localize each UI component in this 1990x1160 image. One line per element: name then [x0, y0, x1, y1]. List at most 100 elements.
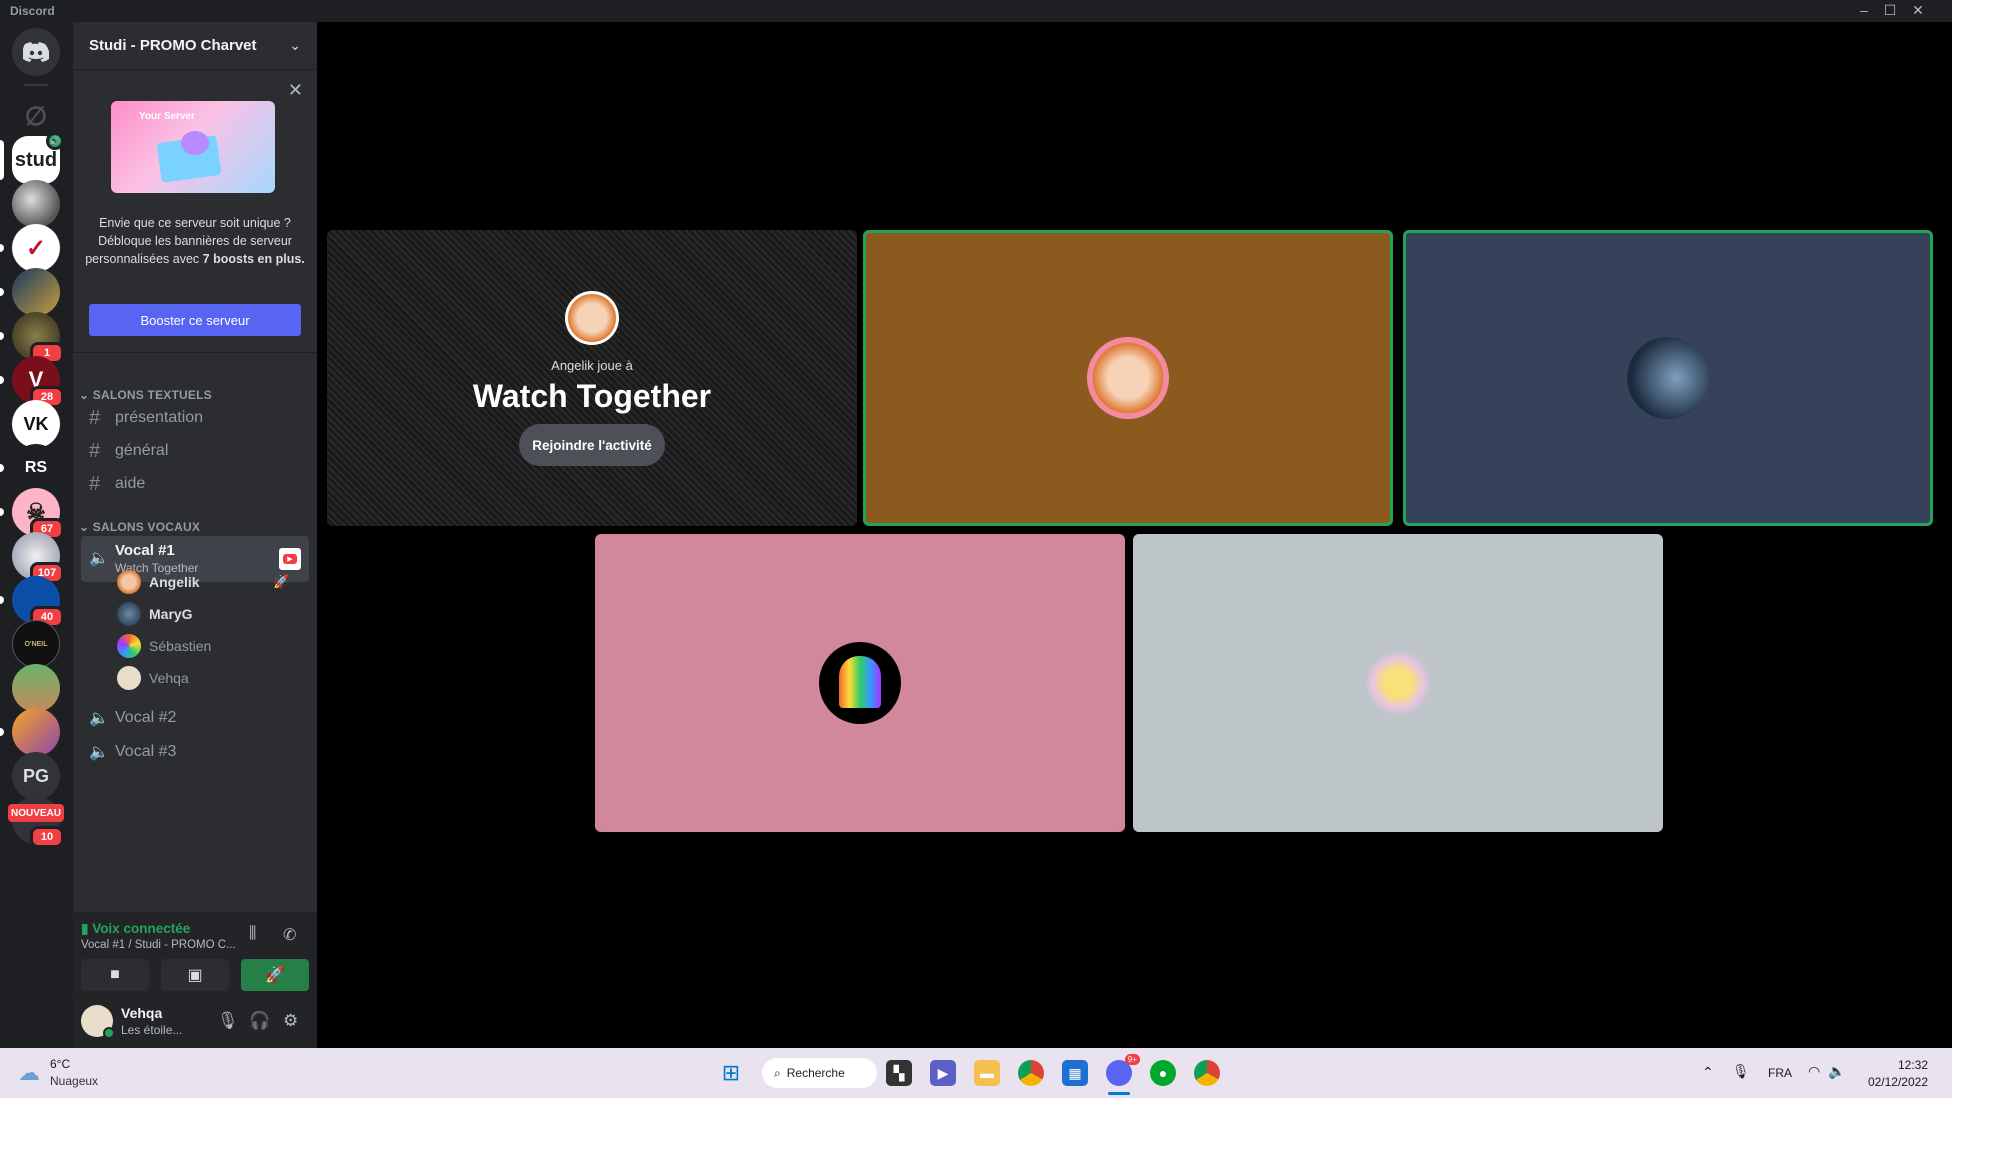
server-item[interactable] — [0, 708, 60, 756]
discord-logo-icon — [23, 42, 49, 62]
promo-art-title: Your Server — [139, 111, 195, 122]
channel-general[interactable]: # général — [81, 435, 309, 467]
rocket-icon: 🚀 — [265, 967, 285, 984]
member-name: Angelik — [149, 574, 200, 590]
user-name[interactable]: Vehqa — [121, 1005, 162, 1021]
server-item[interactable]: 107 — [12, 532, 64, 584]
mention-badge: 10 — [30, 826, 64, 848]
store-icon[interactable]: ▦ — [1062, 1060, 1088, 1086]
camera-icon: ■ — [110, 966, 120, 983]
voice-status: ▮ Voix connectée — [81, 921, 191, 936]
channel-label: Vocal #2 — [115, 709, 177, 726]
avatar — [1087, 337, 1169, 419]
teams-icon[interactable]: ▶ — [930, 1060, 956, 1086]
voice-channel-vocal-3[interactable]: 🔈 Vocal #3 — [81, 736, 309, 768]
language-indicator[interactable]: FRA — [1768, 1066, 1792, 1080]
server-item[interactable]: PG — [12, 752, 60, 800]
unread-pill — [0, 596, 4, 604]
server-item[interactable]: RS — [0, 444, 60, 492]
unread-pill — [0, 728, 4, 736]
server-item[interactable] — [0, 268, 60, 316]
server-studi[interactable]: stud 🔊 — [0, 132, 64, 184]
taskbar-search[interactable]: ⌕ Recherche — [762, 1058, 877, 1088]
rail-divider — [24, 84, 48, 86]
settings-gear-icon[interactable]: ⚙ — [283, 1011, 298, 1031]
category-voice-channels[interactable]: ⌄ SALONS VOCAUX — [79, 520, 200, 534]
channel-presentation[interactable]: # présentation — [81, 402, 309, 434]
boost-server-button[interactable]: Booster ce serveur — [89, 304, 301, 336]
clock-date[interactable]: 02/12/2022 — [1848, 1075, 1928, 1089]
chrome-profile-icon[interactable] — [1194, 1060, 1220, 1086]
server-item[interactable]: ☠ 67 — [0, 488, 64, 540]
server-item[interactable]: V 28 — [0, 356, 64, 408]
participant-tile[interactable] — [595, 534, 1125, 832]
server-label: VK — [23, 413, 49, 434]
maximize-icon[interactable]: ☐ — [1880, 2, 1900, 19]
minimize-icon[interactable]: – — [1854, 2, 1874, 18]
discord-badge: 9+ — [1124, 1054, 1140, 1065]
participant-tile[interactable] — [863, 230, 1393, 526]
file-explorer-icon[interactable]: ▬ — [974, 1060, 1000, 1086]
close-window-icon[interactable]: ✕ — [1908, 2, 1928, 19]
server-item[interactable]: 40 — [0, 576, 64, 628]
server-item[interactable]: O'NEIL — [12, 620, 60, 668]
clock-time[interactable]: 12:32 — [1868, 1058, 1928, 1072]
windows-start-icon[interactable]: ⊞ — [718, 1060, 744, 1086]
voice-member-vehqa[interactable]: Vehqa — [117, 664, 189, 692]
unread-pill — [0, 244, 4, 252]
disconnect-icon[interactable]: ✆ — [283, 925, 296, 945]
channel-label: Vocal #1 — [115, 542, 175, 559]
ghost-icon — [839, 656, 881, 708]
category-text-channels[interactable]: ⌄ SALONS TEXTUELS — [79, 388, 212, 402]
server-item[interactable]: ✓ — [0, 224, 60, 272]
screen-share-icon: ▣ — [187, 967, 203, 984]
volume-icon[interactable]: 🔈 — [1828, 1063, 1845, 1080]
home-button[interactable] — [12, 28, 60, 76]
camera-button[interactable]: ■ — [81, 959, 149, 991]
avatar — [1365, 650, 1431, 716]
noise-suppression-icon[interactable]: ⫼ — [249, 925, 256, 943]
activity-button[interactable]: 🚀 — [241, 959, 309, 991]
chevron-up-icon[interactable]: ⌃ — [1702, 1064, 1714, 1081]
microphone-icon[interactable]: 🎙 — [217, 1011, 239, 1031]
avatar — [819, 642, 901, 724]
unread-pill — [0, 376, 4, 384]
task-view-icon[interactable]: ▚ — [886, 1060, 912, 1086]
server-item[interactable]: 1 — [0, 312, 64, 364]
discord-taskbar-icon[interactable]: 9+ — [1106, 1054, 1140, 1086]
server-item[interactable]: VK — [12, 400, 60, 448]
member-name: Sébastien — [149, 638, 212, 654]
chrome-icon[interactable] — [1018, 1060, 1044, 1086]
voice-member-maryg[interactable]: MaryG — [117, 600, 193, 628]
server-header[interactable]: Studi - PROMO Charvet ⌄ — [73, 22, 317, 70]
server-item[interactable] — [12, 664, 60, 712]
server-item[interactable]: NOUVEAU 10 — [8, 796, 64, 848]
server-item[interactable] — [12, 180, 60, 228]
evernote-icon[interactable]: ● — [1150, 1060, 1176, 1086]
channel-label: aide — [115, 475, 146, 492]
weather-temperature[interactable]: 6°C — [50, 1057, 70, 1071]
screen-share-button[interactable]: ▣ — [161, 959, 229, 991]
discord-window: Discord – ☐ ✕ ∅ stud 🔊 ✓ 1 V 28 VK RS ☠ … — [0, 0, 1952, 1098]
windows-taskbar: ☁ 6°C Nuageux ⊞ ⌕ Recherche ▚ ▶ ▬ ▦ 9+ ●… — [0, 1048, 1952, 1098]
join-activity-button[interactable]: Rejoindre l'activité — [519, 424, 665, 466]
close-icon[interactable]: ✕ — [288, 80, 303, 101]
participant-tile[interactable] — [1403, 230, 1933, 526]
voice-member-sebastien[interactable]: Sébastien — [117, 632, 211, 660]
divider — [73, 352, 317, 353]
user-panel: Vehqa Les étoile... 🎙 🎧 ⚙ — [73, 992, 317, 1048]
microphone-tray-icon[interactable]: 🎙 — [1732, 1063, 1750, 1080]
voice-member-angelik[interactable]: Angelik — [117, 568, 200, 596]
wifi-icon[interactable]: ◠ — [1808, 1063, 1820, 1080]
member-name: MaryG — [149, 606, 193, 622]
voice-channel-vocal-2[interactable]: 🔈 Vocal #2 — [81, 702, 309, 734]
channel-aide[interactable]: # aide — [81, 468, 309, 500]
participant-tile[interactable] — [1133, 534, 1663, 832]
promo-illustration: Your Server — [111, 101, 275, 193]
avatar — [117, 602, 141, 626]
headphones-icon[interactable]: 🎧 — [249, 1011, 270, 1031]
activity-tile[interactable]: Angelik joue à Watch Together Rejoindre … — [327, 230, 857, 526]
voice-location[interactable]: Vocal #1 / Studi - PROMO C... — [81, 939, 236, 951]
cloud-icon: ☁ — [18, 1060, 40, 1085]
hash-icon: # — [89, 439, 101, 462]
